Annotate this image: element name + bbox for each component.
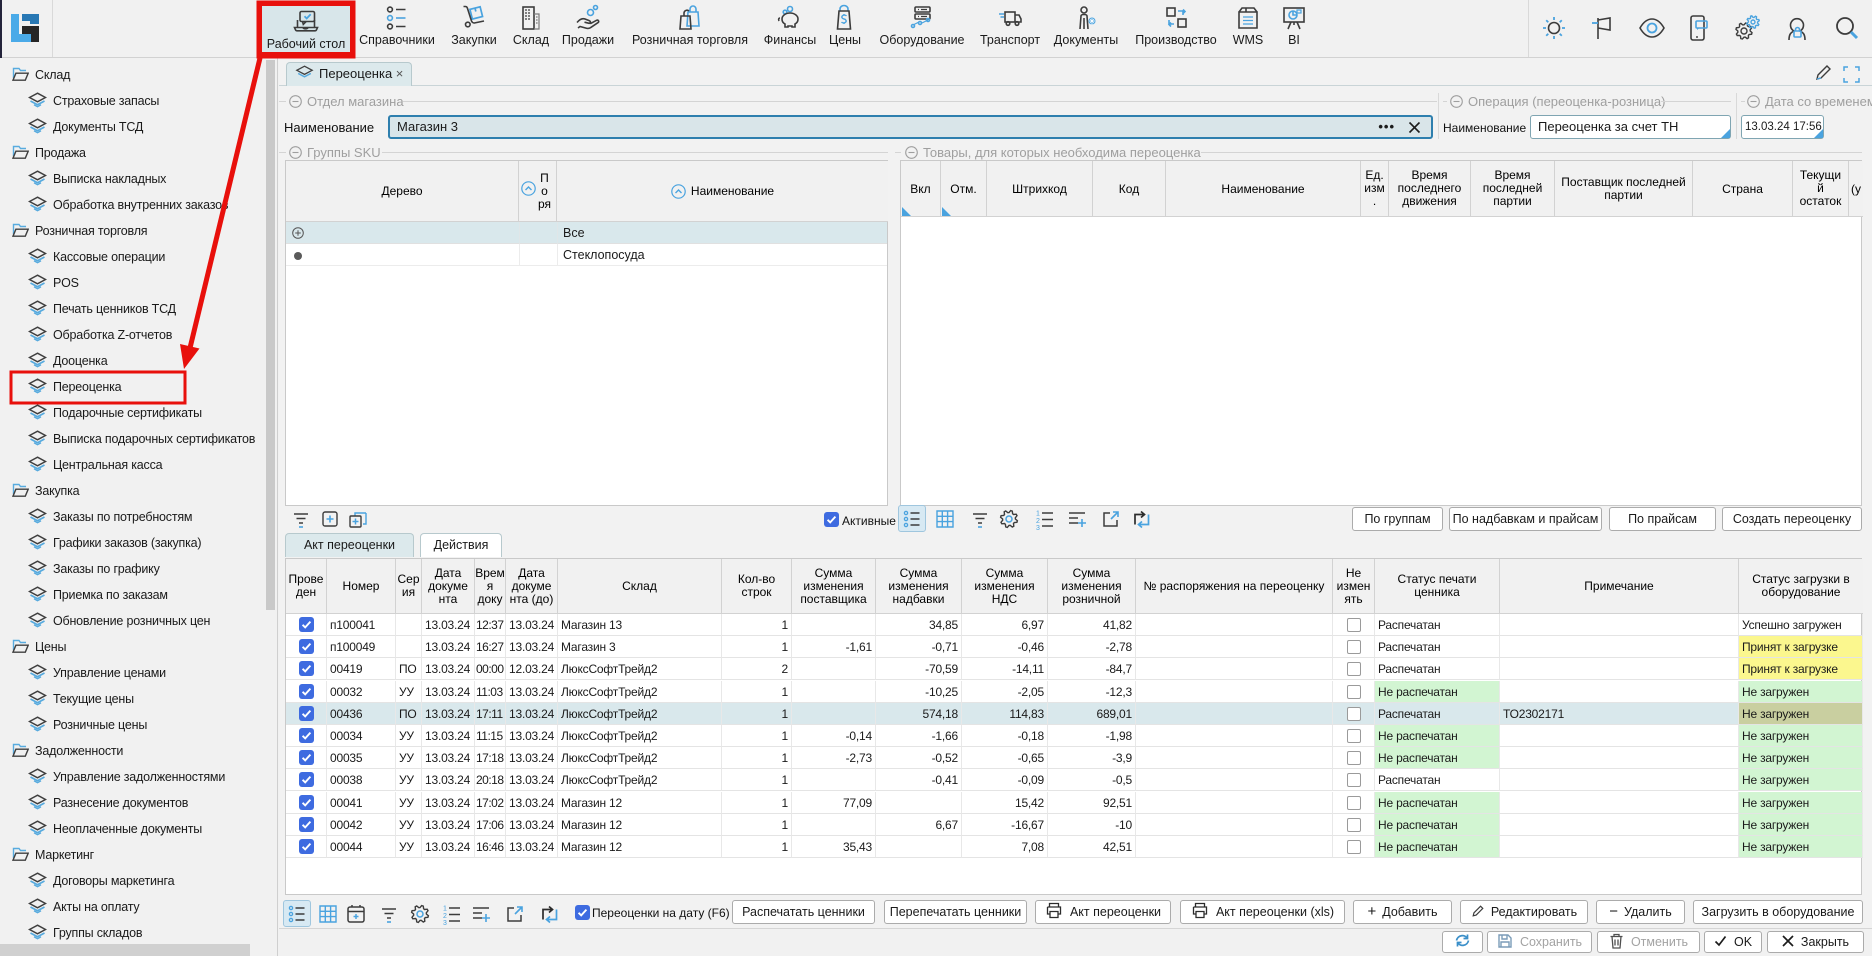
svg-text:3: 3	[1036, 525, 1040, 530]
svg-text:2: 2	[443, 913, 447, 920]
svg-text:1: 1	[1036, 511, 1040, 518]
svg-text:1: 1	[443, 906, 447, 913]
svg-text:3: 3	[443, 920, 447, 925]
svg-text:2: 2	[1036, 518, 1040, 525]
